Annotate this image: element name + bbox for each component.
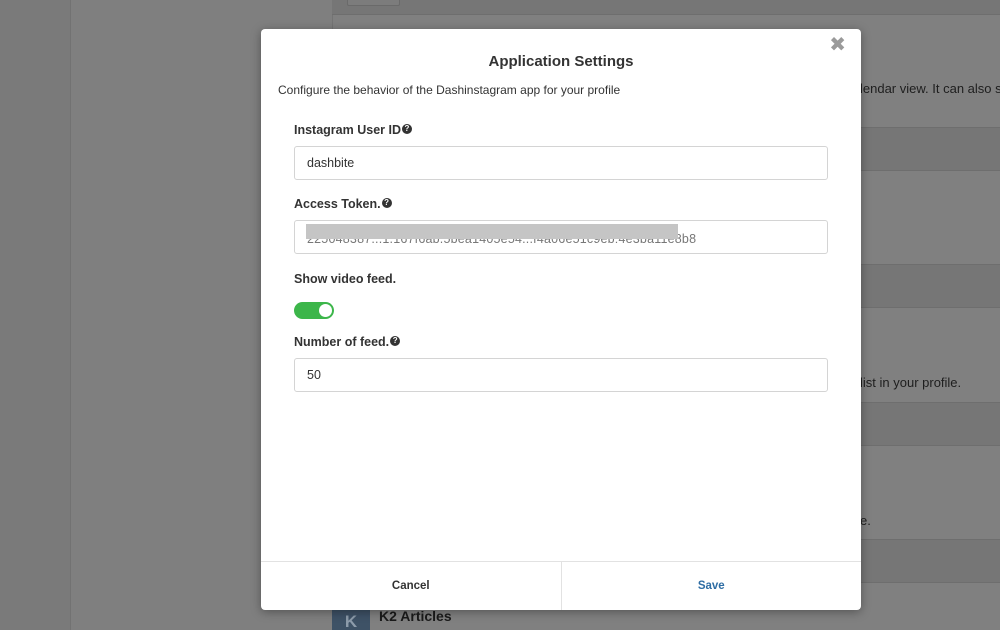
dialog-footer: Cancel Save: [261, 561, 861, 610]
app-description: lendar view. It can also s: [860, 81, 1000, 96]
close-icon[interactable]: ✖: [829, 35, 846, 55]
app-description: list in your profile.: [860, 375, 962, 390]
k2-app-title: K2 Articles: [379, 608, 452, 624]
top-toolbar: [332, 0, 1000, 15]
application-settings-dialog: ✖ Application Settings Configure the beh…: [261, 29, 861, 610]
user-id-input[interactable]: [294, 146, 828, 180]
help-icon[interactable]: ?: [390, 336, 401, 346]
video-feed-toggle[interactable]: [294, 302, 334, 319]
redaction-bar: [306, 224, 678, 239]
video-feed-label: Show video feed.: [294, 272, 397, 286]
toolbar-button: [347, 0, 400, 6]
dialog-description: Configure the behavior of the Dashinstag…: [278, 83, 621, 97]
help-icon[interactable]: ?: [381, 198, 392, 208]
app-description: e.: [860, 513, 871, 528]
access-token-label: Access Token.?: [294, 197, 392, 211]
access-token-input[interactable]: 225048387...1.167f6ab.5bea1405e54...f4a0…: [294, 220, 828, 254]
feed-count-input[interactable]: [294, 358, 828, 392]
save-button[interactable]: Save: [562, 562, 862, 610]
dialog-title: Application Settings: [488, 53, 634, 70]
feed-count-label: Number of feed.?: [294, 335, 401, 349]
help-icon[interactable]: ?: [401, 124, 412, 134]
toggle-knob: [319, 304, 332, 317]
app-rail: [0, 0, 70, 630]
cancel-button[interactable]: Cancel: [261, 562, 562, 610]
user-id-label: Instagram User ID?: [294, 123, 412, 137]
